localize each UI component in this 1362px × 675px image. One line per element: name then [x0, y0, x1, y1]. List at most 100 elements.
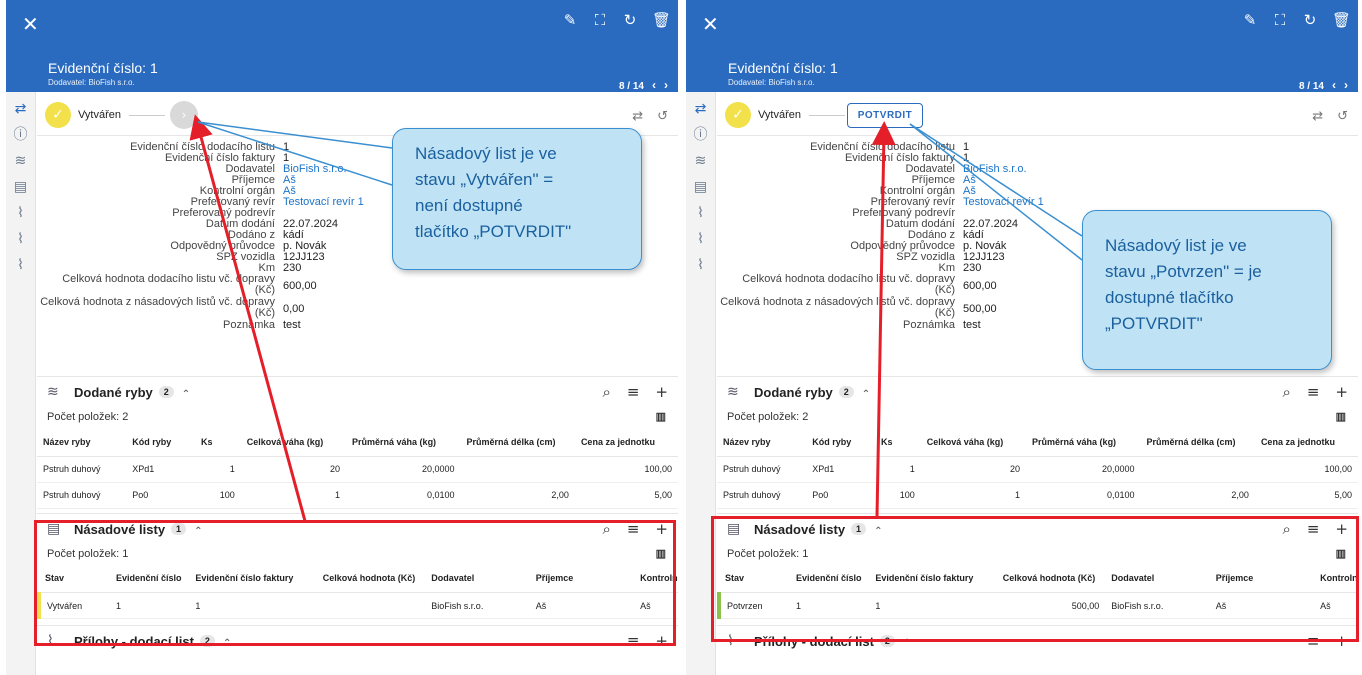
list-icon[interactable]: ≡ — [1307, 383, 1320, 401]
count-badge: 2 — [838, 386, 854, 398]
workflow-icon[interactable]: ⇄ — [6, 101, 35, 118]
fish-table: Název ryby Kód ryby Ks Celková váha (kg) Prů… — [37, 428, 678, 509]
search-icon[interactable]: ⌕ — [1282, 383, 1290, 401]
pager-text: 8 / 14 — [618, 81, 644, 92]
column-header[interactable]: Celková váha (kg) — [240, 428, 347, 457]
workflow-icon[interactable]: ⇄ — [632, 109, 643, 124]
table-cell: 2,00 — [460, 482, 575, 509]
column-header[interactable]: Ks — [194, 428, 241, 457]
close-icon[interactable]: ✕ — [22, 14, 39, 34]
field-label: Celková hodnota z násadových listů vč. d… — [40, 296, 275, 308]
table-cell: Pstruh duhový — [717, 482, 807, 509]
table-cell: 20,0000 — [1026, 456, 1141, 483]
trash-icon[interactable]: 🗑 — [652, 12, 671, 28]
table-cell: 100 — [194, 482, 241, 509]
columns-icon[interactable]: ▥ — [1336, 406, 1346, 428]
items-count-label: Počet položek: 2 — [47, 411, 129, 423]
items-count-label: Počet položek: 2 — [727, 411, 809, 423]
next-state-button[interactable]: › — [170, 101, 198, 129]
fish-icon[interactable]: ≋ — [686, 153, 715, 170]
column-header[interactable]: Průměrná váha (kg) — [1026, 428, 1141, 457]
pencil-icon[interactable]: ✎ — [1242, 12, 1258, 28]
pencil-icon[interactable]: ✎ — [562, 12, 578, 28]
column-header[interactable]: Název ryby — [717, 428, 807, 457]
field-value[interactable]: Testovací revír 1 — [963, 197, 1044, 208]
attachment-icon[interactable]: ⌇ — [686, 205, 715, 222]
document-icon[interactable]: ▤ — [686, 179, 715, 196]
fish-section-header[interactable]: ≋ Dodané ryby 2 ⌃ ⌕ ≡ + — [717, 376, 1358, 406]
field-label: Poznámka — [223, 319, 275, 331]
column-header[interactable]: Cena za jednotku — [1254, 428, 1358, 457]
page-title: Evidenční číslo: 1 — [728, 60, 838, 76]
fullscreen-icon[interactable]: ⛶ — [592, 12, 608, 28]
refresh-icon[interactable]: ↻ — [1302, 12, 1318, 28]
add-icon[interactable]: + — [655, 383, 668, 401]
info-icon[interactable]: ⓘ — [6, 127, 35, 144]
table-cell — [1140, 456, 1255, 483]
field-label: Celková hodnota z násadových listů vč. d… — [720, 296, 955, 308]
pager: 8 / 14 ‹ › — [1299, 78, 1348, 92]
add-icon[interactable]: + — [1335, 383, 1348, 401]
field-value[interactable]: Testovací revír 1 — [283, 197, 364, 208]
callout-line: dostupné tlačítko — [1105, 288, 1234, 307]
prev-icon[interactable]: ‹ — [652, 78, 656, 92]
table-row[interactable]: Pstruh duhový XPd1 1 20 20,0000 100,00 — [37, 456, 678, 483]
column-header[interactable]: Ks — [874, 428, 921, 457]
close-icon[interactable]: ✕ — [702, 14, 719, 34]
document-icon[interactable]: ▤ — [6, 179, 35, 196]
table-cell: 100,00 — [574, 456, 678, 483]
chevron-up-icon[interactable]: ⌃ — [862, 389, 870, 400]
list-icon[interactable]: ≡ — [627, 383, 640, 401]
pager-text: 8 / 14 — [1298, 81, 1324, 92]
field-value: 500,00 — [963, 303, 997, 315]
count-badge: 2 — [158, 386, 174, 398]
refresh-icon[interactable]: ↻ — [622, 12, 638, 28]
attachment-icon[interactable]: ⌇ — [686, 231, 715, 248]
trash-icon[interactable]: 🗑 — [1332, 12, 1351, 28]
attachment-icon[interactable]: ⌇ — [6, 205, 35, 222]
columns-icon[interactable]: ▥ — [656, 406, 666, 428]
field-label: Celková hodnota dodacího listu vč. dopra… — [742, 273, 955, 285]
attachment-icon[interactable]: ⌇ — [6, 257, 35, 274]
info-icon[interactable]: ⓘ — [686, 127, 715, 144]
history-icon[interactable]: ↺ — [657, 109, 668, 124]
prev-icon[interactable]: ‹ — [1332, 78, 1336, 92]
table-cell: 2,00 — [1140, 482, 1255, 509]
chevron-up-icon[interactable]: ⌃ — [182, 389, 190, 400]
callout-line: stavu „Potvrzen" = je — [1105, 262, 1262, 281]
history-icon[interactable]: ↺ — [1337, 109, 1348, 124]
fullscreen-icon[interactable]: ⛶ — [1272, 12, 1288, 28]
column-header[interactable]: Kód ryby — [126, 428, 195, 457]
field-label-unit: (Kč) — [934, 307, 955, 319]
column-header[interactable]: Průměrná délka (cm) — [1140, 428, 1255, 457]
column-header[interactable]: Kód ryby — [806, 428, 875, 457]
fish-section-header[interactable]: ≋ Dodané ryby 2 ⌃ ⌕ ≡ + — [37, 376, 678, 406]
highlight-box — [34, 520, 676, 646]
table-row[interactable]: Pstruh duhový Po0 100 1 0,0100 2,00 5,00 — [37, 482, 678, 509]
column-header[interactable]: Celková váha (kg) — [920, 428, 1027, 457]
table-cell: XPd1 — [806, 456, 875, 483]
column-header[interactable]: Průměrná váha (kg) — [346, 428, 461, 457]
column-header[interactable]: Průměrná délka (cm) — [460, 428, 575, 457]
next-icon[interactable]: › — [1344, 78, 1348, 92]
search-icon[interactable]: ⌕ — [602, 383, 610, 401]
table-cell: Pstruh duhový — [37, 456, 127, 483]
next-icon[interactable]: › — [664, 78, 668, 92]
field-label-unit: (Kč) — [254, 284, 275, 296]
table-row[interactable]: Pstruh duhový Po0 100 1 0,0100 2,00 5,00 — [717, 482, 1358, 509]
field-label: Celková hodnota dodacího listu vč. dopra… — [62, 273, 275, 285]
annotation-callout: Násadový list je ve stavu „Vytvářen" = nen… — [392, 128, 642, 270]
column-header[interactable]: Cena za jednotku — [574, 428, 678, 457]
section-title: Dodané ryby — [74, 385, 153, 400]
column-header[interactable]: Název ryby — [37, 428, 127, 457]
fish-icon: ≋ — [727, 384, 739, 400]
workflow-icon[interactable]: ⇄ — [1312, 109, 1323, 124]
fish-icon[interactable]: ≋ — [6, 153, 35, 170]
table-cell: 1 — [874, 456, 921, 483]
table-row[interactable]: Pstruh duhový XPd1 1 20 20,0000 100,00 — [717, 456, 1358, 483]
confirm-button[interactable]: POTVRDIT — [847, 103, 923, 128]
workflow-icon[interactable]: ⇄ — [686, 101, 715, 118]
attachment-icon[interactable]: ⌇ — [686, 257, 715, 274]
attachment-icon[interactable]: ⌇ — [6, 231, 35, 248]
table-cell: 5,00 — [1254, 482, 1358, 509]
